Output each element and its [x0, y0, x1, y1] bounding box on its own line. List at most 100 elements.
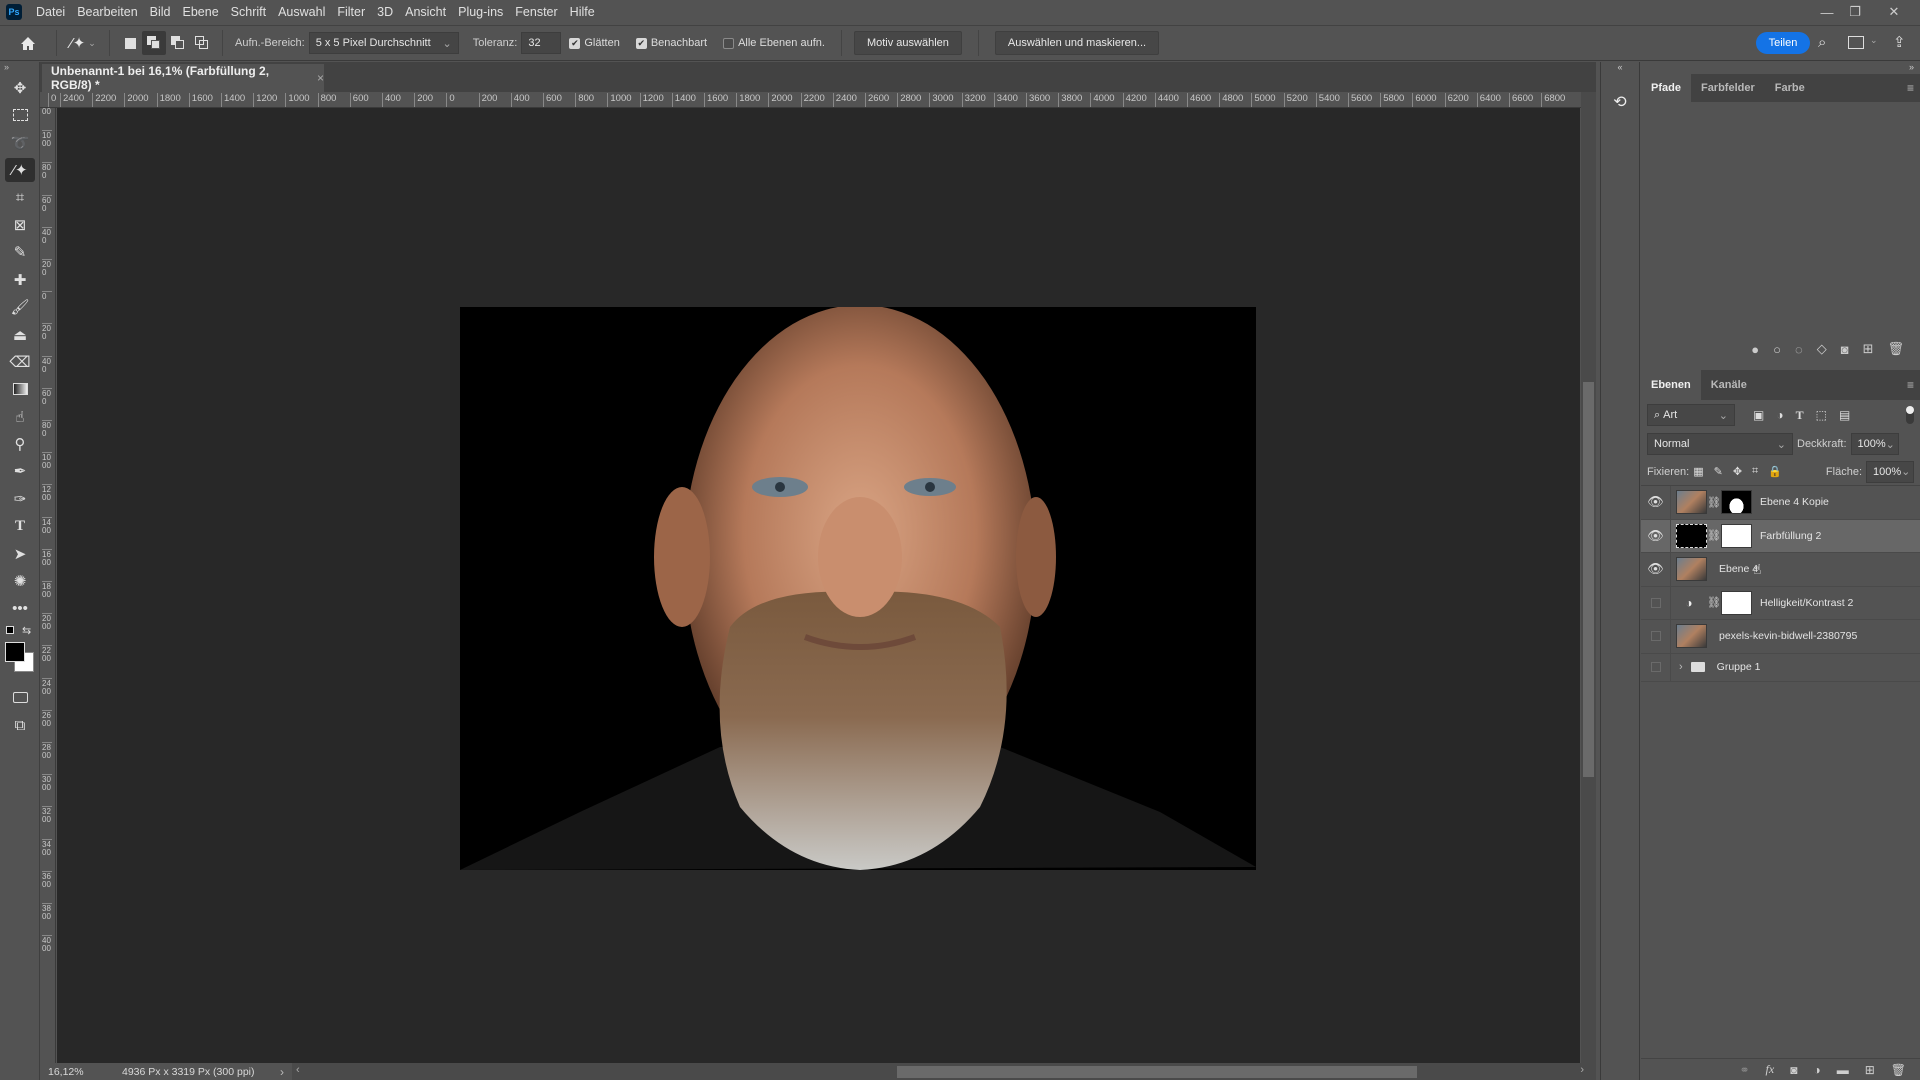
new-adjustment-icon[interactable]: ◑	[1813, 1063, 1820, 1077]
contiguous-checkbox[interactable]: ✔ Benachbart	[635, 37, 707, 49]
new-group-icon[interactable]: ▬	[1837, 1063, 1849, 1077]
visibility-toggle[interactable]	[1641, 653, 1671, 681]
marquee-tool[interactable]	[5, 103, 35, 127]
add-selection-button[interactable]	[142, 31, 166, 55]
quick-mask-button[interactable]	[5, 686, 35, 710]
eyedropper-tool[interactable]: ✎	[5, 240, 35, 264]
layers-panel-menu-icon[interactable]: ≡	[1907, 370, 1914, 400]
load-selection-icon[interactable]: ◌	[1795, 342, 1803, 357]
add-mask-icon[interactable]: ◙	[1790, 1063, 1797, 1077]
filter-adjustment-icon[interactable]: ◑	[1776, 408, 1783, 423]
horizontal-scrollbar[interactable]: ‹ ›	[292, 1063, 1596, 1080]
link-layers-icon[interactable]: ⚭	[1739, 1063, 1749, 1077]
layer-mask-thumbnail[interactable]	[1721, 590, 1752, 615]
layer-row[interactable]: 👁 ⛓ Ebene 4 Kopie	[1641, 485, 1920, 520]
link-icon[interactable]: ⛓	[1707, 529, 1721, 542]
fill-path-icon[interactable]: ●	[1751, 342, 1759, 357]
link-icon[interactable]: ⛓	[1707, 496, 1721, 509]
menu-datei[interactable]: Datei	[30, 0, 71, 24]
sample-size-dropdown[interactable]: 5 x 5 Pixel Durchschnitt ⌄	[308, 32, 459, 54]
screen-mode-button[interactable]: ⧉	[5, 713, 35, 737]
menu-bearbeiten[interactable]: Bearbeiten	[71, 0, 143, 24]
smudge-tool[interactable]: ☝	[5, 405, 35, 429]
make-path-icon[interactable]: ◇	[1817, 341, 1827, 357]
lock-position-icon[interactable]: ✥	[1733, 465, 1742, 478]
freeform-pen-tool[interactable]: ✑	[5, 487, 35, 511]
expand-group-icon[interactable]: ›	[1679, 661, 1683, 673]
path-selection-tool[interactable]: ➤	[5, 542, 35, 566]
layer-row[interactable]: pexels-kevin-bidwell-2380795	[1641, 619, 1920, 654]
menu-auswahl[interactable]: Auswahl	[272, 0, 331, 24]
document-canvas[interactable]	[460, 307, 1256, 870]
frame-tool[interactable]: ⊠	[5, 213, 35, 237]
type-tool[interactable]: T	[5, 514, 35, 538]
more-tools-button[interactable]: •••	[5, 596, 35, 620]
layer-filter-dropdown[interactable]: ⌕ Art ⌄	[1647, 404, 1735, 426]
filter-smart-object-icon[interactable]: ▤	[1839, 408, 1850, 423]
select-and-mask-button[interactable]: Auswählen und maskieren...	[994, 31, 1160, 55]
gradient-tool[interactable]	[5, 377, 35, 401]
fill-input[interactable]: 100% ⌄	[1866, 460, 1914, 483]
select-subject-button[interactable]: Motiv auswählen	[853, 31, 962, 55]
lock-transparency-icon[interactable]: ▦	[1693, 465, 1703, 478]
tab-farbe[interactable]: Farbe	[1765, 74, 1815, 102]
close-tab-icon[interactable]: ×	[317, 71, 324, 85]
stroke-path-icon[interactable]: ○	[1773, 342, 1781, 357]
crop-tool[interactable]: ⌗	[5, 186, 35, 210]
search-icon[interactable]: ⌕	[1818, 34, 1826, 51]
filter-type-icon[interactable]: T	[1796, 408, 1804, 423]
menu-ebene[interactable]: Ebene	[177, 0, 225, 24]
lock-all-icon[interactable]: 🔒	[1768, 465, 1782, 478]
filter-toggle[interactable]	[1906, 406, 1914, 424]
foreground-color-swatch[interactable]	[5, 641, 25, 662]
fx-icon[interactable]: fx	[1766, 1062, 1775, 1077]
dodge-tool[interactable]: ⚲	[5, 432, 35, 456]
lock-artboard-icon[interactable]: ⌗	[1752, 465, 1758, 478]
horizontal-scrollbar-thumb[interactable]	[897, 1066, 1417, 1078]
menu-bild[interactable]: Bild	[144, 0, 177, 24]
layer-mask-thumbnail[interactable]	[1721, 523, 1752, 548]
swap-colors-icon[interactable]: ⇆	[22, 624, 31, 637]
visibility-toggle[interactable]: 👁	[1641, 485, 1671, 519]
scroll-left-icon[interactable]: ‹	[296, 1064, 300, 1076]
share-export-icon[interactable]: ⇪	[1893, 33, 1906, 51]
zoom-level[interactable]: 16,12%	[40, 1066, 110, 1078]
add-mask-icon[interactable]: ◙	[1841, 342, 1849, 357]
workspace-icon[interactable]	[1848, 36, 1864, 49]
clone-stamp-tool[interactable]: ⏏	[5, 323, 35, 347]
expand-panel-icon[interactable]: »	[1641, 62, 1920, 74]
share-button[interactable]: Teilen	[1756, 32, 1810, 54]
visibility-toggle[interactable]: 👁	[1641, 552, 1671, 586]
blend-mode-dropdown[interactable]: Normal ⌄	[1647, 433, 1793, 455]
menu-filter[interactable]: Filter	[331, 0, 371, 24]
trash-icon[interactable]: 🗑	[1887, 341, 1904, 357]
chevron-right-icon[interactable]: ›	[280, 1065, 284, 1079]
menu-hilfe[interactable]: Hilfe	[564, 0, 601, 24]
sample-all-layers-checkbox[interactable]: Alle Ebenen aufn.	[723, 37, 825, 49]
trash-icon[interactable]: 🗑	[1891, 1063, 1906, 1077]
vertical-scrollbar[interactable]	[1581, 92, 1596, 1063]
visibility-toggle[interactable]: 👁	[1641, 519, 1671, 553]
menu-plugins[interactable]: Plug-ins	[452, 0, 509, 24]
layer-row[interactable]: 👁 ⛓ Farbfüllung 2	[1641, 519, 1920, 553]
filter-pixel-icon[interactable]: ▣	[1753, 408, 1764, 423]
restore-button[interactable]: ❐	[1841, 0, 1869, 24]
visibility-toggle[interactable]	[1641, 586, 1671, 620]
magic-wand-tool[interactable]: ⁄✦	[5, 158, 35, 183]
healing-brush-tool[interactable]: ✚	[5, 268, 35, 292]
new-selection-button[interactable]	[118, 31, 142, 55]
collapse-icon[interactable]: «	[1601, 62, 1639, 72]
menu-3d[interactable]: 3D	[371, 0, 399, 24]
intersect-selection-button[interactable]	[190, 31, 214, 55]
lasso-tool[interactable]: ➰	[5, 131, 35, 155]
default-colors-icon[interactable]	[6, 625, 14, 634]
pen-tool[interactable]: ✒	[5, 459, 35, 483]
chevron-down-icon[interactable]: ⌄	[1901, 465, 1910, 478]
tab-ebenen[interactable]: Ebenen	[1641, 370, 1701, 400]
layer-mask-thumbnail[interactable]	[1721, 490, 1752, 515]
lock-pixels-icon[interactable]: ✎	[1714, 465, 1723, 478]
chevron-down-icon[interactable]: ⌄	[1886, 438, 1895, 451]
expand-icon[interactable]: »	[0, 62, 39, 74]
chevron-down-icon[interactable]: ⌄	[1870, 35, 1878, 46]
opacity-input[interactable]: 100% ⌄	[1850, 433, 1899, 455]
